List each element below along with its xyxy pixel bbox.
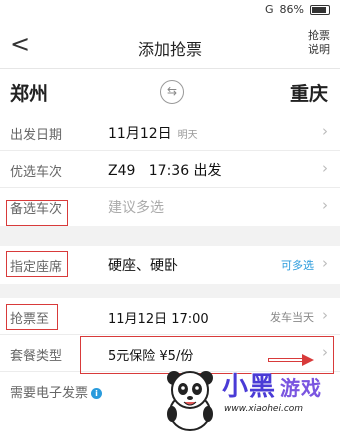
chevron-right-icon: › [322,306,328,324]
chevron-right-icon: › [322,254,328,272]
status-icons: G 86% [265,3,330,16]
date-row[interactable]: 出发日期 11月12日 明天 › [0,114,340,151]
battery-percent: 86% [279,3,304,16]
status-bar: G 86% [0,0,340,22]
signal-indicator: G [265,3,274,16]
swap-icon[interactable]: ⇆ [160,80,184,104]
watermark-title: 小黑 游戏 [222,372,323,402]
route-selector: 郑州 ⇆ 重庆 [0,68,340,114]
chevron-right-icon: › [322,196,328,214]
highlight-seat-label [6,251,68,277]
highlight-grab-label [6,304,58,330]
multi-select-link[interactable]: 可多选 [281,257,314,273]
departure-city[interactable]: 郑州 [10,79,48,106]
date-value: 11月12日 明天 [108,126,198,142]
watermark-url: www.xiaohei.com [224,404,304,414]
help-label-line1: 抢票 [308,29,330,42]
chevron-right-icon: › [322,159,328,177]
arrival-city[interactable]: 重庆 [290,79,328,106]
train-row[interactable]: 优选车次 Z49 17:36 出发 › [0,151,340,188]
page-title: 添加抢票 [137,40,202,59]
help-label-line2: 说明 [308,43,330,56]
invoice-label: 需要电子发票 i [10,382,103,401]
info-icon[interactable]: i [91,388,103,399]
help-button[interactable]: 抢票 说明 [306,29,332,57]
train-label: 优选车次 [10,165,63,180]
watermark: 小黑 游戏 www.xiaohei.com [160,362,340,434]
package-label: 套餐类型 [10,349,63,364]
train-value: Z49 17:36 出发 [108,163,222,179]
battery-icon [310,4,330,15]
grab-until-value: 11月12日 17:00 [108,312,209,327]
highlight-backup-label [6,200,68,226]
grab-until-hint: 发车当天 [270,311,314,324]
date-sub: 明天 [177,130,198,141]
date-label: 出发日期 [10,128,63,143]
app-header: < 添加抢票 抢票 说明 [0,22,340,68]
chevron-right-icon: › [322,122,328,140]
seat-value: 硬座、硬卧 [108,258,178,274]
panda-mascot-icon [167,371,213,431]
backup-placeholder: 建议多选 [108,200,164,216]
